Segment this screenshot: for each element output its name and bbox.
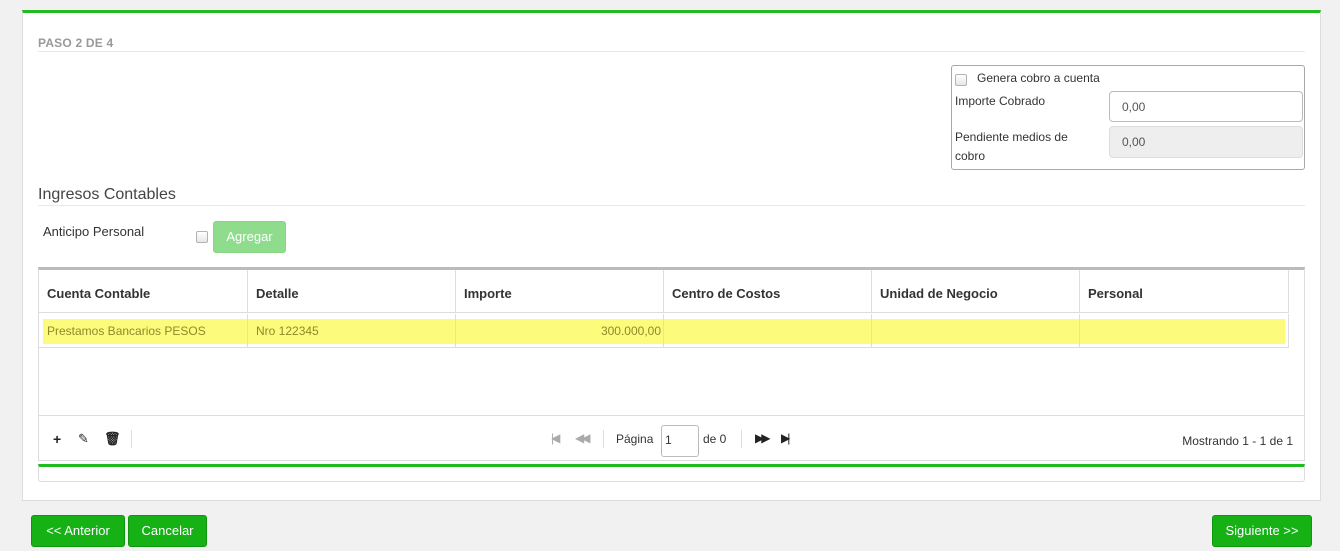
column-header[interactable]: Importe	[456, 270, 664, 312]
table-cell[interactable]: 300.000,00	[456, 314, 664, 347]
cancelar-button[interactable]: Cancelar	[128, 515, 207, 547]
table-cell[interactable]	[664, 314, 872, 347]
column-header[interactable]: Detalle	[248, 270, 456, 312]
page-number-input[interactable]: 1	[661, 425, 699, 457]
prev-page-icon[interactable]: ◀◀	[575, 431, 591, 445]
plus-icon[interactable]: +	[53, 431, 61, 447]
next-page-icon[interactable]: ▶▶	[755, 431, 771, 445]
pager-separator	[603, 430, 604, 448]
last-page-icon[interactable]: ▶|	[781, 431, 791, 445]
ingresos-grid: Cuenta Contable Detalle Importe Centro d…	[38, 267, 1305, 461]
pendiente-input: 0,00	[1109, 126, 1303, 158]
importe-cobrado-label: Importe Cobrado	[955, 94, 1046, 108]
column-header[interactable]: Centro de Costos	[664, 270, 872, 312]
genera-cobro-label: Genera cobro a cuenta	[977, 71, 1100, 85]
pagina-label: Página	[616, 432, 654, 446]
grid-header: Cuenta Contable Detalle Importe Centro d…	[39, 270, 1289, 313]
pendiente-label: Pendiente medios de cobro	[955, 130, 1068, 163]
bottom-bar	[38, 464, 1305, 482]
table-cell[interactable]: Prestamos Bancarios PESOS	[39, 314, 248, 347]
column-header[interactable]: Personal	[1080, 270, 1289, 312]
table-row[interactable]: Prestamos Bancarios PESOS Nro 122345 300…	[39, 314, 1289, 348]
trash-icon[interactable]: 🗑	[104, 431, 121, 447]
column-header[interactable]: Unidad de Negocio	[872, 270, 1080, 312]
pager-separator	[741, 430, 742, 448]
agregar-button[interactable]: Agregar	[213, 221, 286, 253]
wizard-panel: PASO 2 DE 4 Genera cobro a cuenta Import…	[22, 10, 1321, 501]
pencil-icon[interactable]: ✎	[78, 431, 89, 447]
records-count: Mostrando 1 - 1 de 1	[1182, 434, 1293, 448]
table-cell[interactable]	[1080, 314, 1289, 347]
anterior-button[interactable]: << Anterior	[31, 515, 125, 547]
siguiente-button[interactable]: Siguiente >>	[1212, 515, 1312, 547]
genera-cobro-checkbox[interactable]	[955, 74, 967, 86]
grid-pager: + ✎ 🗑 |◀ ◀◀ Página 1 de 0 ▶▶ ▶| Mostrand…	[39, 415, 1304, 461]
step-title: PASO 2 DE 4	[38, 36, 1305, 52]
section-title: Ingresos Contables	[38, 186, 1305, 206]
anticipo-personal-checkbox[interactable]	[196, 231, 208, 243]
cobro-box: Genera cobro a cuenta Importe Cobrado 0,…	[951, 65, 1305, 170]
first-page-icon[interactable]: |◀	[551, 431, 561, 445]
pager-separator	[131, 430, 132, 448]
anticipo-personal-label: Anticipo Personal	[43, 224, 145, 239]
table-cell[interactable]	[872, 314, 1080, 347]
table-cell[interactable]: Nro 122345	[248, 314, 456, 347]
column-header[interactable]: Cuenta Contable	[39, 270, 248, 312]
page-total-label: de 0	[703, 432, 727, 446]
importe-cobrado-input[interactable]: 0,00	[1109, 91, 1303, 122]
